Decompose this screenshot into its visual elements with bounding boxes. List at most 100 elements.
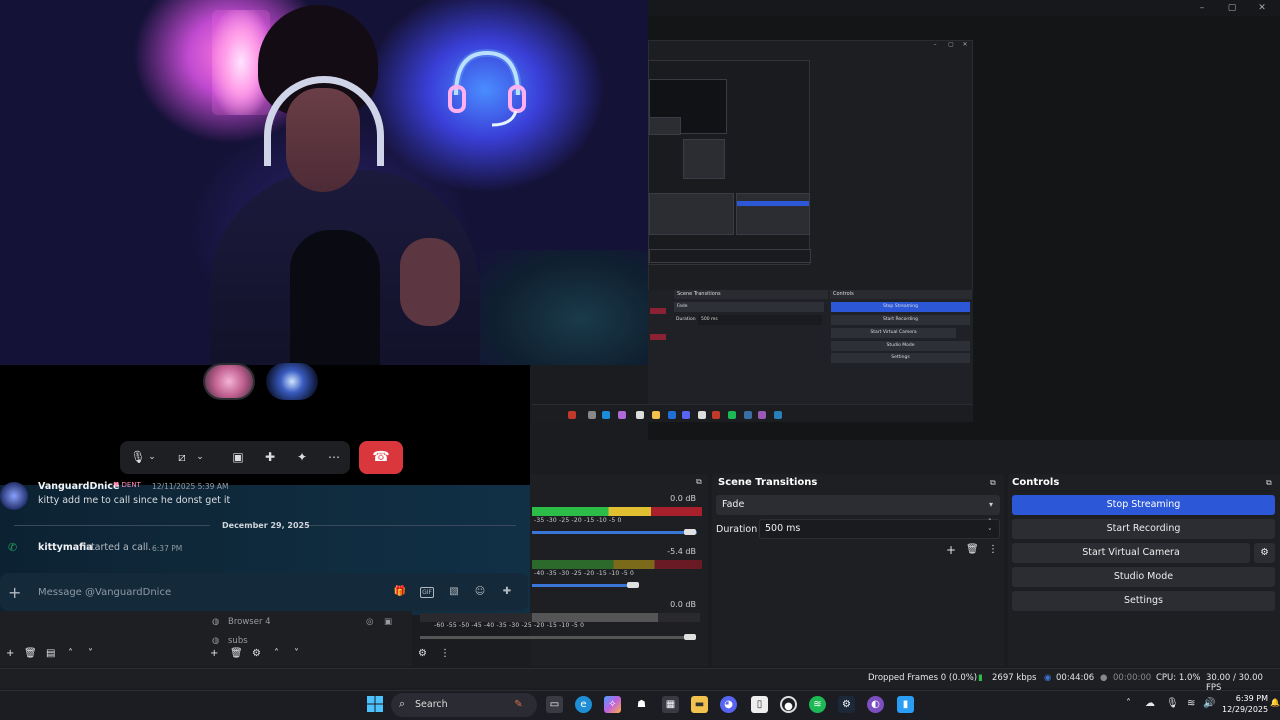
mini-app-icon xyxy=(728,411,736,419)
gear-icon[interactable]: ⚙ xyxy=(252,648,261,659)
source-item[interactable]: subs xyxy=(228,636,248,644)
chevron-down-icon[interactable]: ⌄ xyxy=(144,441,160,474)
mini-app-icon xyxy=(682,411,690,419)
message-text: kitty add me to call since he donst get … xyxy=(38,495,231,506)
activities-icon[interactable]: ✚ xyxy=(254,441,286,474)
sticker-icon[interactable]: ▧ xyxy=(447,585,461,599)
dock-menu-icon[interactable]: ⧉ xyxy=(696,477,702,487)
obs-icon[interactable]: ● xyxy=(780,696,797,713)
task-view-icon[interactable]: ▭ xyxy=(546,696,563,713)
dock-menu-icon[interactable]: ⧉ xyxy=(990,478,996,488)
close-icon[interactable]: ✕ xyxy=(1256,2,1268,14)
microphone-icon[interactable]: 🎙 xyxy=(1166,698,1179,709)
volume-fader-handle[interactable] xyxy=(684,634,696,640)
source-icon: ◍ xyxy=(212,636,220,644)
phone-icon: ✆ xyxy=(8,541,18,554)
more-options-icon[interactable]: ⋯ xyxy=(318,441,350,474)
volume-icon[interactable]: 🔊 xyxy=(1203,698,1215,709)
mini-audio-meter xyxy=(650,308,666,314)
move-up-icon[interactable]: ˄ xyxy=(274,648,279,659)
maximize-icon[interactable]: ▢ xyxy=(1226,2,1238,14)
move-up-icon[interactable]: ˄ xyxy=(68,648,73,659)
message-input[interactable]: Message @VanguardDnice xyxy=(38,587,171,598)
lock-icon[interactable]: ▣ xyxy=(384,617,392,627)
plant xyxy=(480,250,648,365)
add-icon[interactable]: + xyxy=(210,648,218,659)
nested-stop-streaming xyxy=(737,201,809,206)
divider-line xyxy=(14,525,210,526)
source-item[interactable]: Browser 4 xyxy=(228,617,271,627)
stepper-up-icon[interactable]: ˄ xyxy=(988,518,992,526)
start-virtual-camera-button[interactable]: Start Virtual Camera xyxy=(1012,543,1250,563)
avatar[interactable] xyxy=(0,482,28,510)
mini-app-icon xyxy=(744,411,752,419)
twitch-app-icon[interactable]: ◐ xyxy=(867,696,884,713)
trash-icon[interactable]: 🗑 xyxy=(966,544,979,555)
duration-input[interactable]: 500 ms xyxy=(759,519,1000,539)
cloud-icon[interactable]: ☁ xyxy=(1145,698,1155,709)
chevron-down-icon[interactable]: ▾ xyxy=(989,500,993,509)
volume-fader[interactable] xyxy=(420,636,690,639)
stop-streaming-button[interactable]: Stop Streaming xyxy=(1012,495,1275,515)
soundboard-icon[interactable]: ✦ xyxy=(286,441,318,474)
gift-icon[interactable]: 🎁 xyxy=(393,585,407,599)
more-options-icon[interactable]: ⋮ xyxy=(988,544,998,555)
more-options-icon[interactable]: ⋮ xyxy=(440,648,450,659)
clock-date[interactable]: 12/29/2025 xyxy=(1222,705,1268,714)
studio-mode-button[interactable]: Studio Mode xyxy=(1012,567,1275,587)
windows-start-icon[interactable] xyxy=(367,696,383,712)
virtual-camera-settings-button[interactable]: ⚙ xyxy=(1254,543,1275,563)
user-badge: ♥ DENT xyxy=(113,481,141,489)
settings-button[interactable]: Settings xyxy=(1012,591,1275,611)
trash-icon[interactable]: 🗑 xyxy=(230,648,243,659)
participant-avatar[interactable] xyxy=(266,363,318,400)
spotify-icon[interactable]: ≋ xyxy=(809,696,826,713)
volume-fader[interactable] xyxy=(532,584,635,587)
audio-settings-icon[interactable]: ⚙ xyxy=(418,648,427,659)
volume-fader-handle[interactable] xyxy=(627,582,639,588)
chevron-down-icon[interactable]: ⌄ xyxy=(192,441,208,474)
alien-icon[interactable]: ☗ xyxy=(633,696,650,713)
hang-up-button[interactable]: ☎ xyxy=(359,441,403,474)
sources-dock xyxy=(0,611,412,666)
steam-icon[interactable]: ⚙ xyxy=(838,696,855,713)
notification-icon[interactable]: 🔔 xyxy=(1270,698,1280,707)
emoji-icon[interactable]: ☺ xyxy=(473,585,487,599)
document-icon[interactable]: ▯ xyxy=(751,696,768,713)
trash-icon[interactable]: 🗑 xyxy=(24,648,37,659)
visibility-icon[interactable]: ◎ xyxy=(366,617,373,627)
add-icon[interactable]: + xyxy=(946,543,956,557)
mini-settings: Settings xyxy=(831,353,970,363)
apps-icon[interactable]: ✚ xyxy=(500,585,514,599)
participant-avatar[interactable] xyxy=(203,363,255,400)
transition-select[interactable]: Fade xyxy=(716,495,1000,515)
signal-icon: ▮ xyxy=(978,673,983,683)
filter-icon[interactable]: ▤ xyxy=(46,648,55,659)
screen-share-icon[interactable]: ▣ xyxy=(222,441,254,474)
audio-level-db: 0.0 dB xyxy=(670,494,696,503)
app-icon[interactable]: ▮ xyxy=(897,696,914,713)
minimize-icon[interactable]: – xyxy=(1196,2,1208,14)
volume-fader[interactable] xyxy=(532,531,697,534)
store-icon[interactable]: ▦ xyxy=(662,696,679,713)
start-recording-button[interactable]: Start Recording xyxy=(1012,519,1275,539)
move-down-icon[interactable]: ˅ xyxy=(294,648,299,659)
chevron-up-icon[interactable]: ˄ xyxy=(1126,698,1131,709)
copilot-icon[interactable]: ✧ xyxy=(604,696,621,713)
mini-start-recording: Start Recording xyxy=(831,315,970,325)
discord-icon[interactable]: ◕ xyxy=(720,696,737,713)
nested-preview-block xyxy=(736,193,810,235)
dock-menu-icon[interactable]: ⧉ xyxy=(1266,478,1272,488)
edge-icon[interactable]: e xyxy=(575,696,592,713)
move-down-icon[interactable]: ˅ xyxy=(88,648,93,659)
stepper-down-icon[interactable]: ˅ xyxy=(988,528,992,536)
file-explorer-icon[interactable]: ▬ xyxy=(691,696,708,713)
plus-icon[interactable]: + xyxy=(8,583,21,602)
call-event-username[interactable]: kittymafia xyxy=(38,542,93,553)
wifi-icon[interactable]: ≋ xyxy=(1187,698,1195,709)
message-username[interactable]: VanguardDnice xyxy=(38,481,119,492)
gif-icon[interactable]: GIF xyxy=(420,587,434,598)
clock-time[interactable]: 6:39 PM xyxy=(1230,694,1268,703)
volume-fader-handle[interactable] xyxy=(684,529,696,535)
add-icon[interactable]: + xyxy=(6,648,14,659)
